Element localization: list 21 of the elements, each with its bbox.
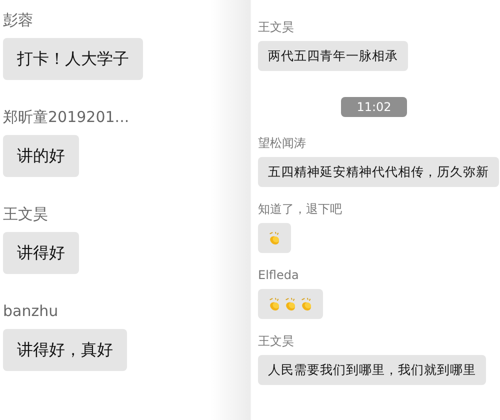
- sender-name: 彭蓉: [3, 10, 33, 30]
- sender-name: Elfleda: [258, 267, 299, 283]
- clapping-hands-icon: [299, 296, 314, 312]
- sender-name: banzhu: [3, 301, 58, 321]
- sender-name: 王文昊: [258, 19, 294, 35]
- sender-name: 郑昕童2019201...: [3, 107, 130, 127]
- sender-name: 王文昊: [3, 204, 48, 224]
- sender-name: 知道了，退下吧: [258, 201, 342, 217]
- message-bubble: 两代五四青年一脉相承: [258, 41, 408, 71]
- message-bubble: 人民需要我们到哪里，我们就到哪里: [258, 355, 486, 385]
- clapping-hands-icon: [283, 296, 298, 312]
- message-bubble: 讲得好: [3, 232, 79, 274]
- message-bubble: 打卡！人大学子: [3, 38, 143, 80]
- message-bubble: 讲的好: [3, 135, 79, 177]
- clapping-hands-icon: [267, 296, 282, 312]
- clapping-hands-icon: [267, 230, 282, 246]
- sender-name: 王文昊: [258, 333, 294, 349]
- timestamp: 11:02: [341, 97, 407, 117]
- sender-name: 望松闻涛: [258, 135, 306, 151]
- message-bubble: 五四精神延安精神代代相传，历久弥新: [258, 157, 499, 187]
- message-bubble: 讲得好，真好: [3, 329, 127, 371]
